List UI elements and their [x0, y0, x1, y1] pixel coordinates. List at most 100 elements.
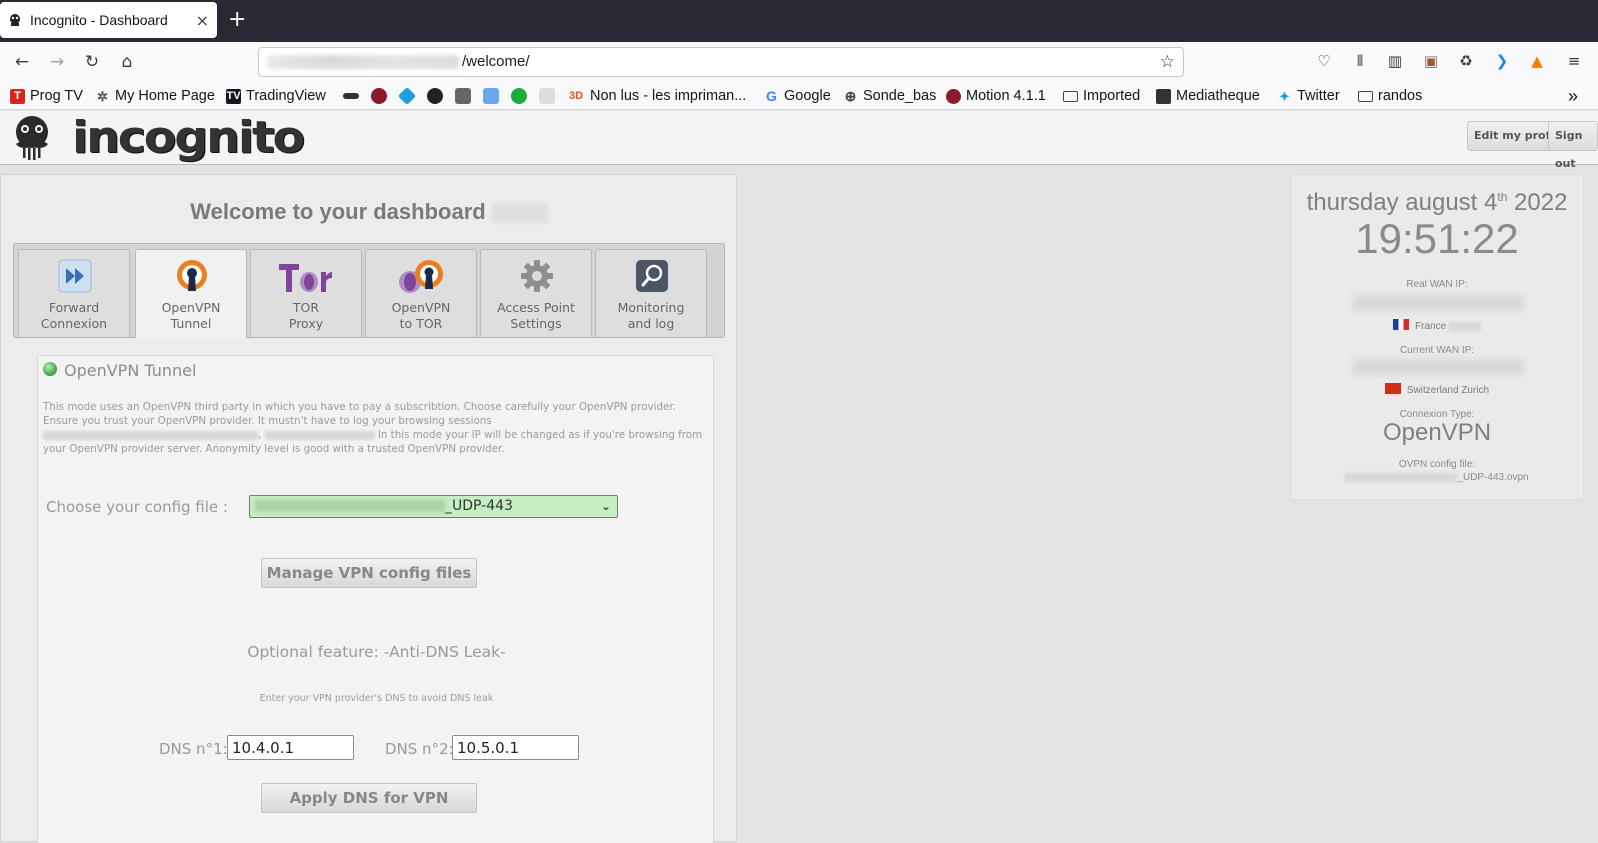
- extension-recycle-icon[interactable]: ♻: [1456, 51, 1476, 71]
- home-icon[interactable]: ⌂: [115, 50, 139, 74]
- tradingview-icon: TV: [226, 88, 241, 104]
- extension-box-icon[interactable]: ▣: [1421, 51, 1441, 71]
- ovpn-config-value: _UDP-443.ovpn: [1291, 472, 1583, 483]
- current-time: 19:51:22: [1355, 215, 1519, 262]
- folder-icon: [1358, 90, 1373, 102]
- bookmark-raspberry-icon[interactable]: [371, 88, 387, 104]
- current-wan-label: Current WAN IP:: [1399, 345, 1475, 356]
- puzzle-icon: ✲: [97, 88, 108, 104]
- bookmark-tradingview[interactable]: TV TradingView: [226, 88, 326, 104]
- bookmark-box-icon[interactable]: [455, 88, 471, 104]
- bookmark-label: Twitter: [1297, 88, 1340, 104]
- bookmark-motion[interactable]: Motion 4.1.1: [946, 88, 1046, 104]
- magnifier-icon: [636, 260, 668, 292]
- tor-icon: [279, 264, 332, 292]
- pocket-icon[interactable]: ♡: [1314, 51, 1334, 71]
- reload-icon[interactable]: ↻: [80, 50, 104, 74]
- bookmark-folder-imported[interactable]: Imported: [1063, 88, 1140, 104]
- status-widget: thursday august 4th 2022 19:51:22 Real W…: [1290, 174, 1584, 500]
- anti-dns-leak-hint: Enter your VPN provider's DNS to avoid D…: [259, 693, 494, 704]
- 3d-icon: 3D: [568, 89, 584, 102]
- back-icon[interactable]: ←: [10, 50, 34, 74]
- incognito-logo-icon: [16, 116, 48, 160]
- bookmark-label: Imported: [1083, 88, 1141, 104]
- fast-forward-icon: [58, 259, 92, 293]
- current-country: Switzerland Zurich: [1406, 385, 1490, 396]
- browser-tab-bar: Incognito - Dashboard × +: [0, 0, 1598, 42]
- bookmark-label: randos: [1378, 88, 1423, 104]
- ovpn-file-suffix: _UDP-443.ovpn: [1457, 472, 1529, 483]
- tab-label: OpenVPN to TOR: [391, 300, 451, 331]
- bookmark-label: Google: [784, 88, 831, 104]
- bookmark-3d[interactable]: 3D Non lus - les impriman...: [567, 88, 746, 104]
- tab-forward-connexion[interactable]: Forward Connexion: [18, 249, 130, 337]
- prog-tv-icon: T: [10, 88, 25, 104]
- openvpn-tunnel-section: OpenVPN Tunnel This mode uses an OpenVPN…: [37, 355, 714, 843]
- bookmark-folder-randos[interactable]: randos: [1358, 88, 1422, 104]
- dns2-input[interactable]: [452, 735, 579, 760]
- bookmark-label: My Home Page: [115, 88, 215, 104]
- config-file-label: Choose your config file :: [46, 498, 228, 516]
- bookmark-label: Mediatheque: [1176, 88, 1260, 104]
- openvpn-icon: [177, 260, 207, 291]
- apply-dns-button[interactable]: Apply DNS for VPN: [261, 783, 477, 813]
- site-header: incognito Edit my profil Sign out: [0, 111, 1598, 170]
- status-led-icon: [43, 362, 57, 376]
- isp-redacted: [1448, 321, 1481, 331]
- dashboard-panel: Welcome to your dashboard Forward Connex…: [0, 174, 737, 843]
- tab-label: TOR Proxy: [288, 300, 324, 331]
- mode-description: This mode uses an OpenVPN third party in…: [43, 401, 703, 455]
- config-file-value: _UDP-443: [445, 498, 513, 514]
- bookmark-green-icon[interactable]: [511, 88, 527, 104]
- tab-access-point-settings[interactable]: Access Point Settings: [480, 249, 592, 337]
- bookmark-label: Non lus - les impriman...: [590, 88, 747, 104]
- library-icon[interactable]: ⫴: [1350, 51, 1370, 71]
- bookmark-label: Motion 4.1.1: [966, 88, 1046, 104]
- tab-monitoring-and-log[interactable]: Monitoring and log: [595, 249, 707, 337]
- bookmark-prog-tv[interactable]: T Prog TV: [10, 88, 83, 104]
- tab-close-icon[interactable]: ×: [196, 11, 209, 30]
- chevron-down-icon: ⌄: [600, 499, 611, 513]
- real-wan-ip-redacted: [1353, 295, 1523, 311]
- url-bar[interactable]: /welcome/ ☆: [258, 47, 1184, 77]
- date-year: 2022: [1507, 189, 1568, 216]
- url-host-redacted: [267, 55, 459, 69]
- bookmark-google[interactable]: G Google: [764, 88, 831, 104]
- bookmark-icon-1[interactable]: [343, 93, 359, 99]
- tab-tor-proxy[interactable]: TOR Proxy: [250, 249, 362, 337]
- forward-icon[interactable]: →: [45, 50, 69, 74]
- bookmark-twitter[interactable]: ✦ Twitter: [1277, 88, 1340, 104]
- sidebar-icon[interactable]: ▥: [1385, 51, 1405, 71]
- bookmark-incognito-icon[interactable]: [427, 88, 443, 104]
- bookmark-mediatheque[interactable]: Mediatheque: [1156, 88, 1260, 104]
- bookmark-label: TradingView: [246, 88, 326, 104]
- menu-icon[interactable]: ≡: [1564, 51, 1584, 71]
- dns1-input[interactable]: [227, 735, 354, 760]
- anti-dns-leak-title: Optional feature: -Anti-DNS Leak-: [247, 643, 506, 661]
- extension-signal-icon[interactable]: ❯: [1492, 51, 1512, 71]
- tab-openvpn-tunnel[interactable]: OpenVPN Tunnel: [135, 249, 247, 338]
- bookmarks-overflow-icon[interactable]: »: [1568, 86, 1578, 107]
- bookmark-doc-icon[interactable]: [483, 88, 499, 104]
- welcome-heading: Welcome to your dashboard: [1, 199, 736, 225]
- vlc-extension-icon[interactable]: ▲: [1527, 51, 1547, 71]
- new-tab-button[interactable]: +: [228, 8, 246, 32]
- openvpn-tor-icon: [399, 260, 443, 293]
- google-icon: G: [766, 87, 777, 104]
- config-file-select[interactable]: _UDP-443 ⌄: [249, 495, 618, 518]
- redacted-text: [264, 430, 375, 440]
- tab-openvpn-to-tor[interactable]: OpenVPN to TOR: [365, 249, 477, 337]
- welcome-text: Welcome to your dashboard: [190, 199, 486, 224]
- real-wan-label: Real WAN IP:: [1406, 279, 1468, 290]
- sign-out-button[interactable]: Sign out: [1548, 121, 1598, 170]
- bookmark-label: Prog TV: [30, 88, 83, 104]
- date-text: thursday august 4: [1306, 189, 1498, 216]
- current-wan-ip-redacted: [1353, 359, 1523, 375]
- browser-tab[interactable]: Incognito - Dashboard ×: [0, 2, 217, 38]
- bookmark-my-home-page[interactable]: ✲ My Home Page: [95, 88, 215, 104]
- bookmark-star-icon[interactable]: ☆: [1160, 52, 1175, 72]
- globe-icon: ⊕: [844, 87, 857, 104]
- bookmark-sonde-bas[interactable]: ⊕ Sonde_bas: [843, 87, 937, 104]
- bookmark-ddwrt-icon[interactable]: [539, 88, 555, 104]
- manage-vpn-config-button[interactable]: Manage VPN config files: [261, 558, 477, 588]
